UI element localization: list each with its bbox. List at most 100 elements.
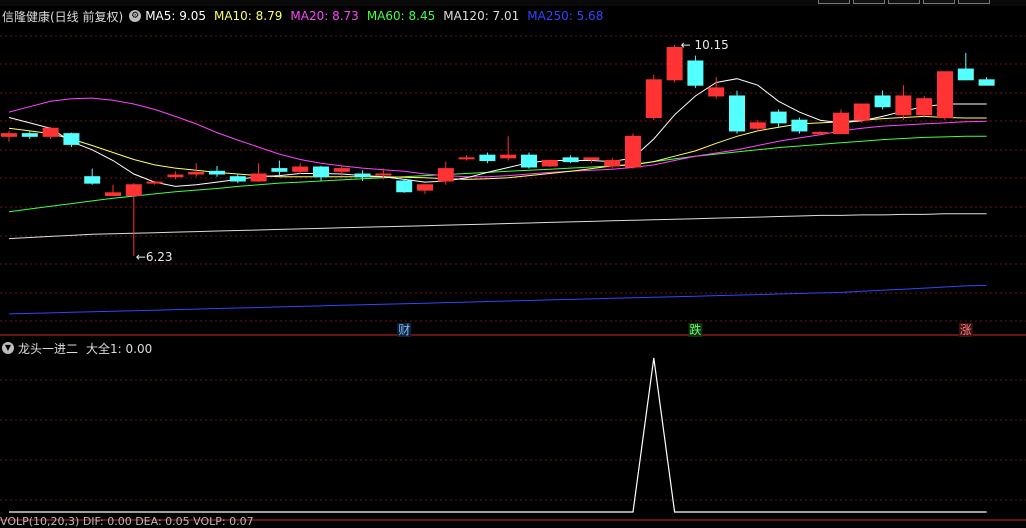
ma120-line — [8, 213, 987, 240]
ma250-line — [8, 284, 987, 315]
candle-body — [957, 68, 974, 81]
candle-body — [583, 157, 600, 160]
candlestick — [853, 103, 870, 123]
candlestick — [729, 90, 745, 134]
candlestick — [708, 77, 725, 99]
candle-body — [188, 171, 205, 175]
candle-body — [375, 173, 392, 176]
candlestick — [937, 71, 953, 121]
candlestick — [500, 136, 517, 161]
candlestick — [84, 168, 101, 185]
event-mark: 跌 — [688, 322, 703, 337]
candlestick — [957, 52, 974, 81]
candle-body — [937, 71, 953, 118]
candlestick — [125, 183, 142, 256]
candlestick — [770, 109, 787, 128]
candle-body — [749, 122, 766, 129]
candlestick — [313, 165, 329, 181]
candlestick — [271, 160, 288, 177]
event-mark-label: 财 — [398, 323, 410, 337]
candle-body — [146, 181, 163, 184]
candle-body — [541, 160, 558, 167]
candle-body — [458, 157, 475, 160]
candle-body — [333, 168, 350, 172]
candlestick — [521, 152, 537, 169]
candlestick — [749, 120, 766, 131]
candle-body — [417, 184, 433, 191]
candle-body — [63, 133, 80, 145]
candlestick — [791, 117, 808, 134]
candlestick — [209, 165, 225, 177]
candle-body — [521, 154, 537, 168]
candlestick — [292, 163, 309, 174]
candle-body — [167, 174, 184, 178]
candle-body — [437, 168, 454, 182]
candle-body — [604, 160, 621, 167]
candle-body — [354, 173, 371, 178]
candle-body — [708, 87, 725, 97]
bottom-indicator-legend: VOLP(10,20,3) DIF: 0.00 DEA: 0.05 VOLP: … — [0, 515, 254, 528]
candle-body — [895, 95, 912, 116]
event-mark-label: 涨 — [960, 322, 972, 337]
candlestick — [562, 155, 579, 164]
candlestick — [21, 130, 38, 140]
candle-body — [853, 103, 870, 121]
candle-body — [500, 154, 517, 159]
candle-body — [687, 60, 704, 86]
candle-body — [229, 176, 246, 182]
candlestick — [541, 159, 558, 168]
indicator-legend: ▼ 龙头一进二 大全1: 0.00 — [0, 340, 152, 356]
candlestick — [250, 163, 267, 183]
collapse-icon[interactable]: ▼ — [2, 342, 14, 354]
event-mark-label: 跌 — [689, 322, 701, 337]
candle-body — [125, 184, 142, 197]
candlestick — [105, 184, 121, 197]
candle-body — [271, 168, 288, 172]
candle-body — [625, 135, 641, 168]
candle-body — [666, 47, 683, 81]
candlestick — [874, 90, 891, 110]
candle-body — [84, 176, 101, 184]
candle-body — [978, 79, 995, 86]
candle-body — [396, 180, 413, 193]
indicator-value: 大全1: 0.00 — [86, 341, 153, 356]
candlestick — [146, 180, 163, 185]
chart-window: 信隆健康(日线 前复权) ⚙ MA5: 9.05 MA10: 8.79 MA20… — [0, 0, 1026, 528]
candle-body — [833, 112, 849, 135]
candlestick — [396, 179, 413, 193]
ma60-line — [8, 135, 987, 213]
candlestick — [895, 85, 912, 121]
candle-body — [645, 79, 662, 118]
candlestick — [1, 130, 17, 142]
candle-body — [562, 157, 579, 163]
high-price-label: ← 10.15 — [681, 38, 729, 52]
candle-body — [770, 111, 787, 124]
candle-body — [1, 133, 17, 137]
indicator-title[interactable]: 龙头一进二 — [18, 340, 78, 357]
candlestick — [42, 127, 59, 140]
candle-body — [479, 154, 496, 162]
low-price-label: ←6.23 — [136, 250, 173, 264]
candlestick — [229, 174, 246, 184]
candlestick — [687, 55, 704, 88]
candlestick — [479, 152, 496, 164]
candle-body — [812, 132, 829, 135]
candlestick — [645, 74, 662, 121]
candle-body — [916, 98, 933, 116]
candlestick — [833, 109, 849, 135]
candle-body — [729, 95, 745, 132]
candle-body — [105, 192, 121, 197]
candle-body — [791, 119, 808, 132]
candle-body — [209, 170, 225, 175]
candlestick — [625, 133, 641, 169]
candlestick — [916, 95, 933, 118]
candle-body — [250, 173, 267, 182]
candlestick — [437, 161, 454, 185]
candle-body — [292, 166, 309, 172]
candlestick — [978, 77, 995, 86]
candlestick — [458, 155, 475, 161]
candle-body — [313, 166, 329, 178]
event-mark: 涨 — [958, 322, 973, 337]
candle-body — [21, 133, 38, 137]
kline-chart[interactable]: ← 10.15 ←6.23 财 跌 涨 — [0, 0, 1026, 521]
